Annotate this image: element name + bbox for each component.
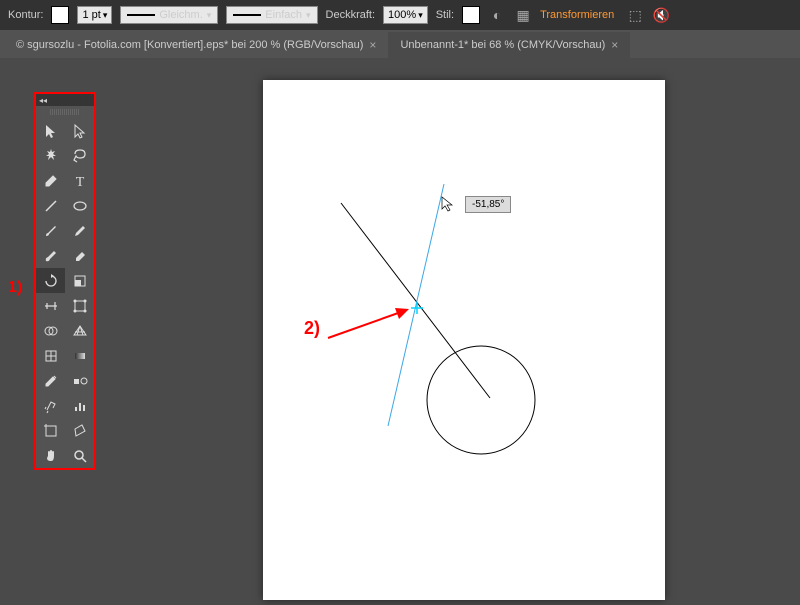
mute-icon[interactable]: 🔇 (652, 6, 670, 24)
hand-tool[interactable] (36, 443, 65, 468)
transform-button[interactable]: Transformieren (540, 9, 614, 21)
recolor-icon[interactable]: ◐ (488, 6, 506, 24)
annotation-1: 1) (8, 279, 22, 297)
width-tool[interactable] (36, 293, 65, 318)
mesh-tool[interactable] (36, 343, 65, 368)
type-tool[interactable]: T (65, 168, 94, 193)
deckkraft-label: Deckkraft: (326, 9, 376, 21)
selection-tool[interactable] (36, 118, 65, 143)
zoom-tool[interactable] (65, 443, 94, 468)
opacity-dropdown[interactable]: 100% (383, 6, 428, 24)
close-icon[interactable]: × (369, 38, 376, 52)
blob-brush-tool[interactable] (36, 243, 65, 268)
eraser-tool[interactable] (65, 243, 94, 268)
stroke-profile-dropdown[interactable]: Gleichm.▾ (120, 6, 218, 24)
magic-wand-tool[interactable] (36, 143, 65, 168)
kontur-label: Kontur: (8, 9, 43, 21)
pen-tool[interactable] (36, 168, 65, 193)
canvas-artboard[interactable] (263, 80, 665, 600)
shape-tool[interactable] (65, 193, 94, 218)
stil-label: Stil: (436, 9, 454, 21)
symbol-sprayer-tool[interactable] (36, 393, 65, 418)
tools-panel: ◂◂ T (34, 92, 96, 470)
grip-icon[interactable] (50, 109, 80, 115)
blend-tool[interactable] (65, 368, 94, 393)
gradient-tool[interactable] (65, 343, 94, 368)
lasso-tool[interactable] (65, 143, 94, 168)
slice-tool[interactable] (65, 418, 94, 443)
style-swatch[interactable] (462, 6, 480, 24)
eyedropper-tool[interactable] (36, 368, 65, 393)
cursor-icon (441, 196, 455, 217)
options-bar: Kontur: 1 pt Gleichm.▾ Einfach▾ Deckkraf… (0, 0, 800, 30)
rotation-anchor-icon (411, 302, 423, 314)
brush-def-dropdown[interactable]: Einfach▾ (226, 6, 317, 24)
rotation-guide-line (388, 184, 444, 426)
panel-header[interactable]: ◂◂ (36, 94, 94, 106)
tab-document-1[interactable]: © sgursozlu - Fotolia.com [Konvertiert].… (4, 32, 388, 58)
svg-text:T: T (75, 175, 84, 189)
pencil-tool[interactable] (65, 218, 94, 243)
annotation-arrow (328, 308, 409, 338)
free-transform-tool[interactable] (65, 293, 94, 318)
angle-tooltip: -51,85° (465, 196, 511, 213)
align-icon[interactable]: ▦ (514, 6, 532, 24)
perspective-grid-tool[interactable] (65, 318, 94, 343)
stroke-weight-dropdown[interactable]: 1 pt (77, 6, 112, 24)
tab-document-2[interactable]: Unbenannt-1* bei 68 % (CMYK/Vorschau)× (388, 32, 630, 58)
artboard-tool[interactable] (36, 418, 65, 443)
isolate-icon[interactable]: ⬚ (626, 6, 644, 24)
line-tool[interactable] (36, 193, 65, 218)
document-tabs: © sgursozlu - Fotolia.com [Konvertiert].… (0, 30, 800, 58)
column-graph-tool[interactable] (65, 393, 94, 418)
stroke-color-swatch[interactable] (51, 6, 69, 24)
annotation-2: 2) (304, 318, 320, 339)
object-line[interactable] (341, 203, 490, 398)
scale-tool[interactable] (65, 268, 94, 293)
rotate-tool[interactable] (36, 268, 65, 293)
paintbrush-tool[interactable] (36, 218, 65, 243)
object-circle[interactable] (427, 346, 535, 454)
shape-builder-tool[interactable] (36, 318, 65, 343)
close-icon[interactable]: × (611, 38, 618, 52)
direct-selection-tool[interactable] (65, 118, 94, 143)
collapse-icon[interactable]: ◂◂ (39, 96, 47, 105)
